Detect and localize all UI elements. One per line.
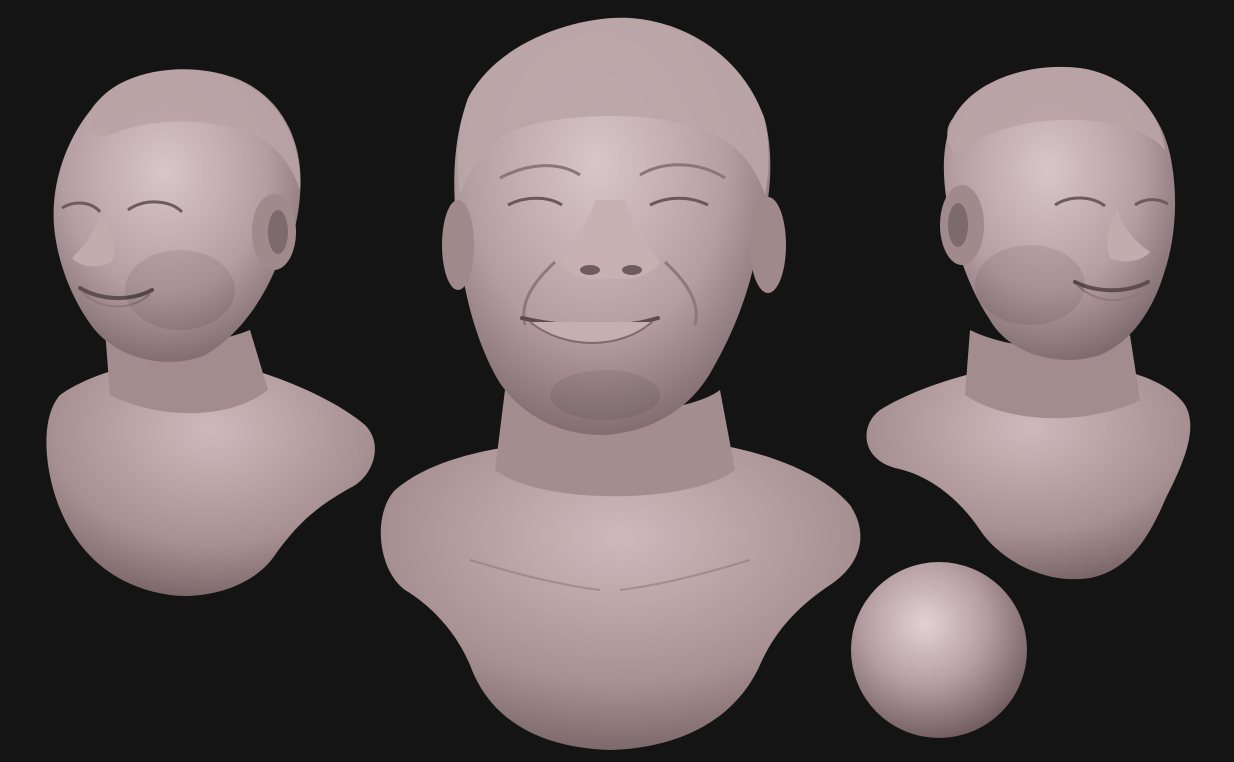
center-bust-ear-left	[442, 200, 474, 290]
material-preview-sphere	[851, 562, 1027, 738]
right-bust	[866, 66, 1191, 580]
render-svg	[46, 17, 1191, 750]
sculpt-render-canvas	[0, 0, 1234, 762]
center-bust-ear-right	[750, 197, 786, 293]
center-bust	[380, 17, 861, 750]
left-bust	[46, 69, 375, 596]
